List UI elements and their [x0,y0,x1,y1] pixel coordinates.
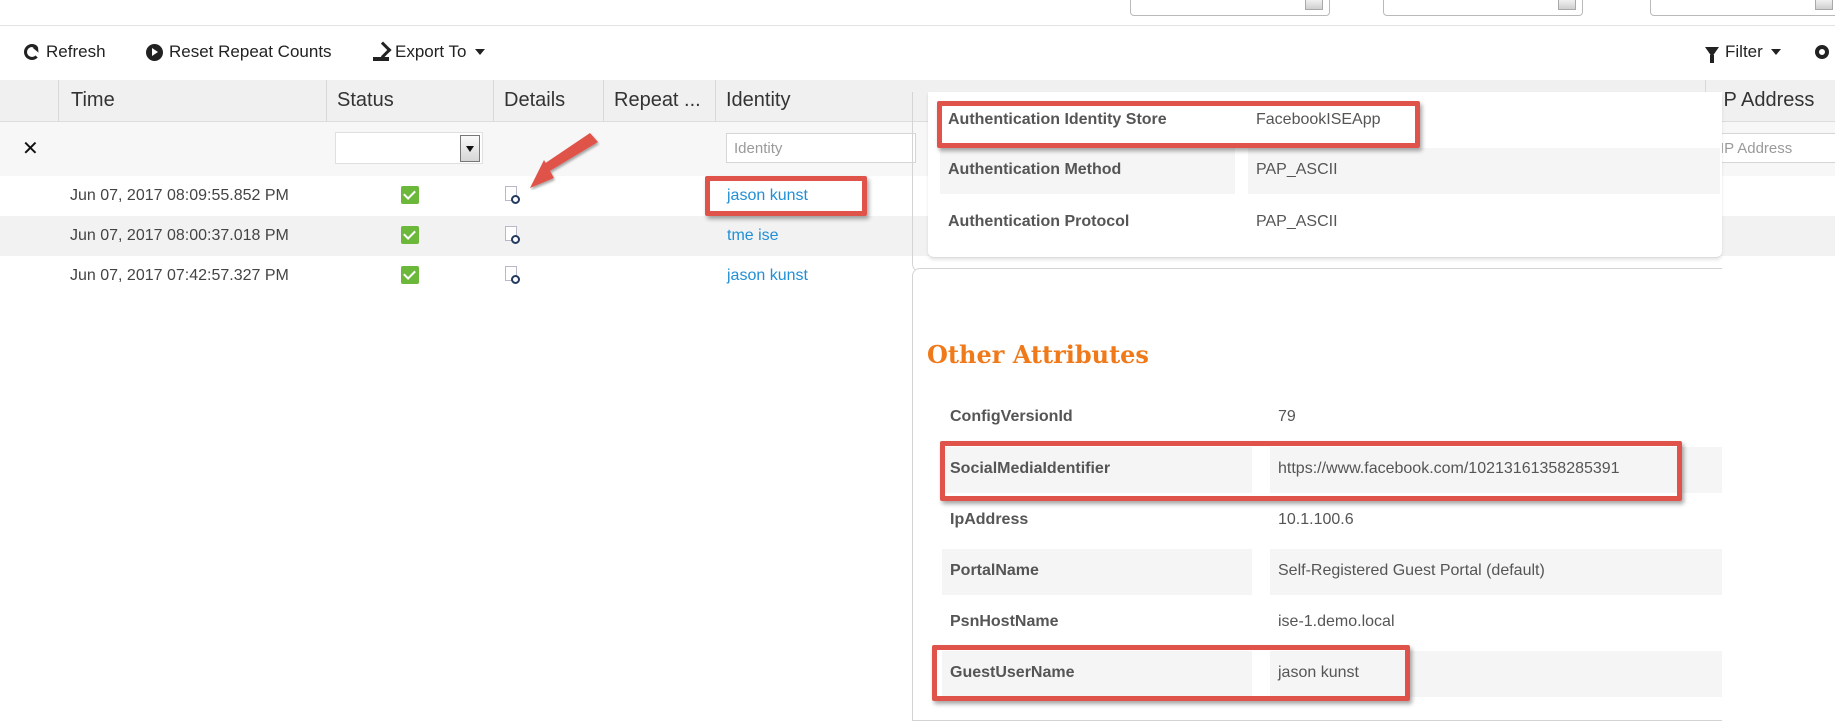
kv-value: PAP_ASCII [1248,148,1720,194]
col-header-details[interactable]: Details [493,80,603,122]
highlight-box-social-media [940,441,1682,501]
reset-label: Reset Repeat Counts [169,42,332,61]
kv-value: 10.1.100.6 [1278,511,1354,528]
col-header-repeat[interactable]: Repeat ... [603,80,715,122]
highlight-box-identity-store [937,101,1420,148]
kv-key: Authentication Protocol [948,213,1130,230]
ip-address-filter-input[interactable] [1712,133,1835,163]
top-dropdown-3[interactable] [1650,0,1835,16]
col-header-ip-address[interactable]: IP Address [1705,80,1835,122]
identity-link[interactable]: tme ise [727,227,779,245]
details-icon[interactable] [505,226,521,246]
status-success-icon [401,226,419,244]
export-label: Export To [395,42,467,61]
highlight-box-identity [705,176,867,216]
kv-value: 79 [1278,408,1296,425]
kv-row: PortalName Self-Registered Guest Portal … [942,549,1722,595]
kv-value: PAP_ASCII [1256,213,1338,230]
kv-key: PsnHostName [950,613,1059,630]
time-cell: Jun 07, 2017 07:42:57.327 PM [70,267,289,284]
kv-key: Authentication Method [940,148,1235,194]
filter-label: Filter [1725,42,1763,61]
kv-value: Self-Registered Guest Portal (default) [1270,549,1722,595]
filter-icon [1705,47,1719,63]
status-filter-select[interactable] [335,132,483,164]
reset-repeat-counts-button[interactable]: Reset Repeat Counts [146,42,332,62]
kv-row: Authentication Protocol PAP_ASCII [940,200,1720,246]
play-circle-icon [146,43,163,61]
section-title: Other Attributes [927,340,1149,369]
time-cell: Jun 07, 2017 08:09:55.852 PM [70,187,289,204]
kv-key: PortalName [942,549,1252,595]
refresh-button[interactable]: Refresh [24,42,106,62]
highlight-box-guest-user [932,645,1410,701]
col-header-status[interactable]: Status [326,80,493,122]
details-icon[interactable] [505,266,521,286]
dropdown-knob[interactable] [1815,0,1833,10]
gear-icon [1815,45,1829,59]
dropdown-knob[interactable] [1305,0,1323,10]
chevron-down-icon [1770,49,1781,55]
close-icon[interactable]: ✕ [22,136,39,161]
identity-link[interactable]: jason kunst [727,267,808,285]
kv-key: ConfigVersionId [950,408,1073,425]
arrow-icon [530,133,598,188]
settings-button[interactable] [1815,45,1829,59]
status-success-icon [401,186,419,204]
status-success-icon [401,266,419,284]
dropdown-knob[interactable] [1558,0,1576,10]
kv-row: PsnHostName ise-1.demo.local [942,600,1722,646]
chevron-down-icon[interactable] [460,135,480,162]
filter-button[interactable]: Filter [1705,42,1781,63]
kv-value: ise-1.demo.local [1278,613,1395,630]
refresh-icon [24,44,40,60]
kv-row: IpAddress 10.1.100.6 [942,498,1722,544]
details-icon[interactable] [505,186,521,206]
time-cell: Jun 07, 2017 08:00:37.018 PM [70,227,289,244]
identity-filter-input[interactable] [726,133,916,163]
kv-key: IpAddress [950,511,1029,528]
chevron-down-icon [474,49,485,55]
kv-row: ConfigVersionId 79 [942,395,1722,441]
col-header-time[interactable]: Time [58,80,326,122]
top-dropdown-2[interactable] [1383,0,1583,16]
export-to-button[interactable]: Export To [373,42,485,62]
top-strip [0,0,1835,26]
top-dropdown-1[interactable] [1130,0,1330,16]
refresh-label: Refresh [46,42,106,61]
toolbar: Refresh Reset Repeat Counts Export To Fi… [0,38,1835,68]
export-icon [373,44,389,61]
col-header-identity[interactable]: Identity [715,80,915,122]
kv-row: Authentication Method PAP_ASCII [940,148,1720,194]
